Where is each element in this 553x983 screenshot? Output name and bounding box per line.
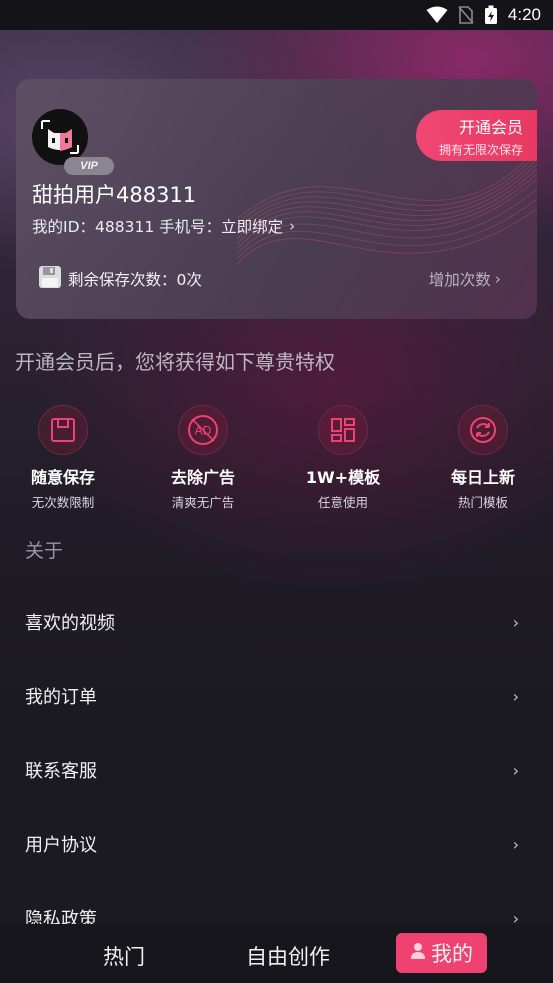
menu-item-label: 用户协议 bbox=[25, 835, 97, 856]
username: 甜拍用户488311 bbox=[32, 183, 197, 207]
saves-remaining: 剩余保存次数：0次 bbox=[38, 265, 202, 293]
save-icon bbox=[38, 405, 88, 455]
floppy-icon bbox=[38, 265, 62, 293]
cat-mask-avatar bbox=[41, 120, 79, 154]
add-times-label: 增加次数 bbox=[428, 271, 491, 289]
svg-text:AD: AD bbox=[195, 424, 212, 438]
status-bar: 4:20 bbox=[0, 0, 553, 30]
menu-item-liked-videos[interactable]: 喜欢的视频 › bbox=[0, 585, 553, 659]
open-vip-button[interactable]: 开通会员 拥有无限次保存 bbox=[416, 110, 537, 161]
chevron-right-icon: › bbox=[512, 760, 519, 780]
user-id-line[interactable]: 我的ID：488311 手机号：立即绑定 › bbox=[32, 215, 295, 237]
saves-remaining-text: 剩余保存次数：0次 bbox=[68, 271, 202, 289]
perk-subtitle: 热门模板 bbox=[457, 495, 508, 510]
perk-title: 每日上新 bbox=[450, 468, 515, 487]
refresh-icon bbox=[458, 405, 508, 455]
menu-item-label: 联系客服 bbox=[25, 761, 97, 782]
open-vip-title: 开通会员 bbox=[458, 117, 523, 137]
about-menu: 喜欢的视频 › 我的订单 › 联系客服 › 用户协议 › 隐私政策 › bbox=[0, 585, 553, 955]
vip-badge: VIP bbox=[64, 157, 114, 175]
menu-item-label: 喜欢的视频 bbox=[25, 613, 115, 634]
bottom-nav: 热门 自由创作 我的 bbox=[0, 924, 553, 983]
tab-hot[interactable]: 热门 bbox=[103, 941, 145, 971]
perk-no-ad: AD 去除广告 清爽无广告 bbox=[133, 405, 273, 515]
profile-card: VIP 甜拍用户488311 我的ID：488311 手机号：立即绑定 › 开通… bbox=[16, 79, 537, 319]
tab-mine[interactable]: 我的 bbox=[396, 933, 487, 973]
perk-daily-new: 每日上新 热门模板 bbox=[413, 405, 553, 515]
template-grid-icon bbox=[318, 405, 368, 455]
perk-templates: 1W+模板 任意使用 bbox=[273, 405, 413, 515]
save-count-row: 剩余保存次数：0次 增加次数 › bbox=[38, 265, 501, 293]
chevron-right-icon: › bbox=[494, 270, 501, 288]
tab-mine-label: 我的 bbox=[431, 942, 473, 966]
perk-title: 1W+模板 bbox=[305, 468, 381, 487]
user-icon bbox=[410, 941, 426, 965]
status-time: 4:20 bbox=[507, 5, 541, 24]
menu-item-customer-service[interactable]: 联系客服 › bbox=[0, 733, 553, 807]
chevron-right-icon: › bbox=[512, 834, 519, 854]
perk-subtitle: 无次数限制 bbox=[31, 495, 95, 510]
open-vip-subtitle: 拥有无限次保存 bbox=[438, 142, 523, 157]
perk-subtitle: 任意使用 bbox=[317, 495, 368, 510]
privileges-heading: 开通会员后，您将获得如下尊贵特权 bbox=[15, 350, 335, 374]
no-ad-icon: AD bbox=[178, 405, 228, 455]
wifi-icon bbox=[426, 6, 448, 24]
perk-title: 随意保存 bbox=[30, 468, 95, 487]
perk-subtitle: 清爽无广告 bbox=[171, 495, 235, 510]
battery-charging-icon bbox=[484, 5, 498, 25]
no-sim-icon bbox=[458, 6, 474, 24]
tab-free-create[interactable]: 自由创作 bbox=[246, 941, 330, 971]
menu-item-label: 我的订单 bbox=[25, 687, 97, 708]
chevron-right-icon: › bbox=[289, 217, 296, 235]
chevron-right-icon: › bbox=[512, 686, 519, 706]
about-heading: 关于 bbox=[25, 540, 64, 562]
perk-save: 随意保存 无次数限制 bbox=[0, 405, 133, 515]
perk-title: 去除广告 bbox=[170, 468, 235, 487]
menu-item-orders[interactable]: 我的订单 › bbox=[0, 659, 553, 733]
user-id-text: 我的ID：488311 手机号：立即绑定 bbox=[32, 218, 284, 236]
menu-item-user-agreement[interactable]: 用户协议 › bbox=[0, 807, 553, 881]
add-times-link[interactable]: 增加次数 › bbox=[429, 268, 501, 290]
privileges-list: 随意保存 无次数限制 AD 去除广告 清爽无广告 1W+模板 任意使用 每日上新… bbox=[0, 405, 553, 515]
chevron-right-icon: › bbox=[512, 612, 519, 632]
